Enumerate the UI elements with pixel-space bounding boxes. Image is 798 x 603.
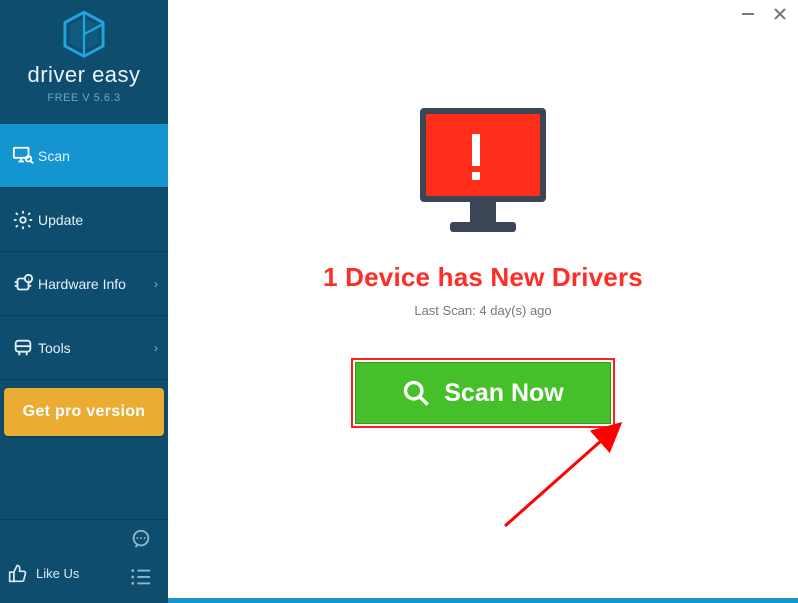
like-us-label: Like Us: [36, 566, 79, 581]
sidebar-item-label: Update: [38, 212, 158, 228]
search-icon: [402, 379, 430, 407]
chevron-right-icon: ›: [154, 341, 158, 355]
tools-icon: [8, 337, 38, 359]
chip-icon: i: [8, 273, 38, 295]
sidebar-item-hardware-info[interactable]: i Hardware Info ›: [0, 252, 168, 316]
scan-headline: 1 Device has New Drivers: [323, 262, 643, 293]
get-pro-button[interactable]: Get pro version: [4, 388, 164, 436]
sidebar-item-scan[interactable]: Scan: [0, 124, 168, 188]
like-us-button[interactable]: Like Us: [8, 563, 79, 583]
window-controls: [740, 6, 788, 22]
brand-name: driver easy: [27, 62, 140, 88]
sidebar-item-label: Hardware Info: [38, 276, 154, 292]
scan-button-highlight: Scan Now: [351, 358, 615, 428]
bottom-accent-bar: [168, 598, 798, 603]
sidebar-item-tools[interactable]: Tools ›: [0, 316, 168, 380]
brand: driver easy FREE V 5.6.3: [0, 0, 168, 110]
minimize-button[interactable]: [740, 6, 756, 22]
svg-text:i: i: [28, 277, 29, 283]
chevron-right-icon: ›: [154, 277, 158, 291]
thumbs-up-icon: [8, 563, 28, 583]
chat-icon[interactable]: [130, 528, 152, 550]
sidebar-item-label: Tools: [38, 340, 154, 356]
sidebar: driver easy FREE V 5.6.3 Scan: [0, 0, 168, 603]
scan-panel: 1 Device has New Drivers Last Scan: 4 da…: [168, 106, 798, 428]
scan-now-button[interactable]: Scan Now: [355, 362, 611, 424]
sidebar-nav: Scan Update i Hardware Inf: [0, 124, 168, 436]
logo-icon: [62, 10, 106, 60]
get-pro-label: Get pro version: [23, 403, 146, 421]
close-button[interactable]: [772, 6, 788, 22]
sidebar-footer: Like Us: [0, 519, 168, 603]
brand-version: FREE V 5.6.3: [47, 92, 120, 104]
list-icon[interactable]: [130, 567, 152, 587]
alert-monitor-icon: [408, 106, 558, 238]
scan-now-label: Scan Now: [444, 379, 563, 408]
sidebar-item-update[interactable]: Update: [0, 188, 168, 252]
gear-icon: [8, 209, 38, 231]
last-scan-text: Last Scan: 4 day(s) ago: [414, 303, 551, 318]
sidebar-item-label: Scan: [38, 148, 158, 164]
annotation-arrow-icon: [500, 416, 650, 536]
monitor-search-icon: [8, 145, 38, 167]
main-pane: 1 Device has New Drivers Last Scan: 4 da…: [168, 0, 798, 603]
